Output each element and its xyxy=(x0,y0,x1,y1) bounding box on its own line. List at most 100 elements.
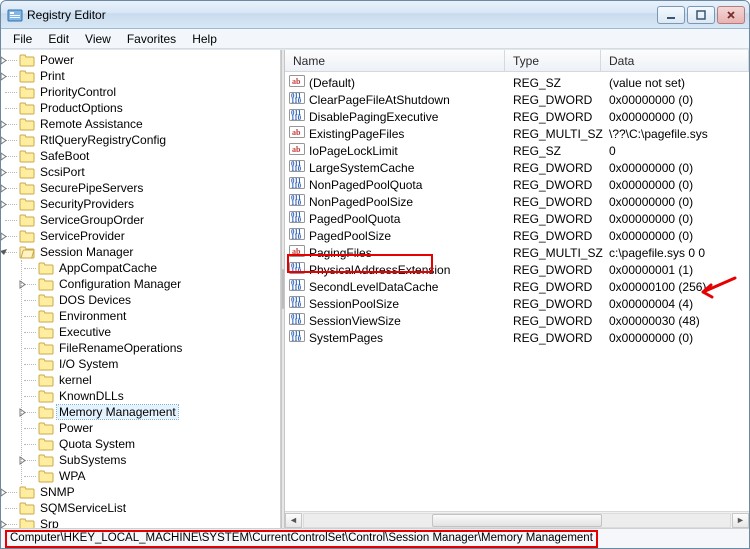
tree-node-knowndlls[interactable]: KnownDLLs xyxy=(24,388,280,404)
menu-favorites[interactable]: Favorites xyxy=(119,30,184,48)
expander-icon[interactable] xyxy=(1,199,8,209)
value-name: ClearPageFileAtShutdown xyxy=(309,93,450,107)
close-button[interactable] xyxy=(717,6,745,24)
value-row[interactable]: 011110 NonPagedPoolSize REG_DWORD 0x0000… xyxy=(285,193,749,210)
value-row[interactable]: 011110 PagedPoolQuota REG_DWORD 0x000000… xyxy=(285,210,749,227)
scroll-right-button[interactable]: ► xyxy=(732,513,749,528)
value-type: REG_SZ xyxy=(505,144,601,158)
tree-node-prioritycontrol[interactable]: PriorityControl xyxy=(5,84,280,100)
tree-node-subsystems[interactable]: SubSystems xyxy=(24,452,280,468)
tree-node-srp[interactable]: Srp xyxy=(5,516,280,528)
expander-icon[interactable] xyxy=(1,71,8,81)
tree-node-environment[interactable]: Environment xyxy=(24,308,280,324)
svg-text:110: 110 xyxy=(291,199,302,207)
menubar: File Edit View Favorites Help xyxy=(1,29,749,49)
tree-node-scsiport[interactable]: ScsiPort xyxy=(5,164,280,180)
registry-editor-window: Registry Editor File Edit View Favorites… xyxy=(0,0,750,549)
menu-view[interactable]: View xyxy=(77,30,119,48)
tree-node-sessionmanager[interactable]: Session Manager xyxy=(5,244,280,260)
column-header-data[interactable]: Data xyxy=(601,50,749,71)
value-data: 0 xyxy=(601,144,749,158)
expander-icon[interactable] xyxy=(17,455,27,465)
tree-node-productoptions[interactable]: ProductOptions xyxy=(5,100,280,116)
value-row[interactable]: 011110 PhysicalAddressExtension REG_DWOR… xyxy=(285,261,749,278)
tree-node-executive[interactable]: Executive xyxy=(24,324,280,340)
tree-label: Memory Management xyxy=(57,405,178,419)
scroll-left-button[interactable]: ◄ xyxy=(285,513,302,528)
value-name: SessionViewSize xyxy=(309,314,401,328)
column-header-name[interactable]: Name xyxy=(285,50,505,71)
svg-text:110: 110 xyxy=(291,318,302,326)
expander-icon[interactable] xyxy=(17,407,27,417)
list-pane: Name Type Data ab (Default) REG_SZ (valu… xyxy=(285,50,749,528)
body: Power Print PriorityControl ProductOptio… xyxy=(1,49,749,528)
tree-node-memorymanagement[interactable]: Memory Management xyxy=(24,404,280,420)
menu-file[interactable]: File xyxy=(5,30,40,48)
scroll-track[interactable] xyxy=(303,513,731,528)
expander-icon[interactable] xyxy=(1,247,8,257)
value-row[interactable]: 011110 SessionPoolSize REG_DWORD 0x00000… xyxy=(285,295,749,312)
tree-node-iosystem[interactable]: I/O System xyxy=(24,356,280,372)
value-row[interactable]: ab IoPageLockLimit REG_SZ 0 xyxy=(285,142,749,159)
tree-node-securepipeservers[interactable]: SecurePipeServers xyxy=(5,180,280,196)
tree-node-remoteassistance[interactable]: Remote Assistance xyxy=(5,116,280,132)
tree-node-configurationmanager[interactable]: Configuration Manager xyxy=(24,276,280,292)
tree-node-sqmservicelist[interactable]: SQMServiceList xyxy=(5,500,280,516)
tree-label: ServiceProvider xyxy=(38,229,127,243)
value-row[interactable]: ab ExistingPageFiles REG_MULTI_SZ \??\C:… xyxy=(285,125,749,142)
string-value-icon: ab xyxy=(289,125,305,142)
value-type: REG_DWORD xyxy=(505,229,601,243)
tree-node-dosdevices[interactable]: DOS Devices xyxy=(24,292,280,308)
scroll-thumb[interactable] xyxy=(432,514,602,527)
menu-edit[interactable]: Edit xyxy=(40,30,77,48)
expander-icon[interactable] xyxy=(1,487,8,497)
tree-node-filerenameoperations[interactable]: FileRenameOperations xyxy=(24,340,280,356)
svg-text:110: 110 xyxy=(291,114,302,122)
tree-node-wpa[interactable]: WPA xyxy=(24,468,280,484)
column-header-type[interactable]: Type xyxy=(505,50,601,71)
menu-help[interactable]: Help xyxy=(184,30,225,48)
expander-icon[interactable] xyxy=(1,135,8,145)
expander-icon[interactable] xyxy=(1,55,8,65)
expander-icon[interactable] xyxy=(1,519,8,528)
value-row[interactable]: 011110 NonPagedPoolQuota REG_DWORD 0x000… xyxy=(285,176,749,193)
value-row[interactable]: ab PagingFiles REG_MULTI_SZ c:\pagefile.… xyxy=(285,244,749,261)
tree-node-power[interactable]: Power xyxy=(5,52,280,68)
value-row[interactable]: 011110 SystemPages REG_DWORD 0x00000000 … xyxy=(285,329,749,346)
value-row[interactable]: 011110 ClearPageFileAtShutdown REG_DWORD… xyxy=(285,91,749,108)
maximize-button[interactable] xyxy=(687,6,715,24)
regedit-icon xyxy=(7,7,23,23)
expander-icon[interactable] xyxy=(1,119,8,129)
tree-node-kernel[interactable]: kernel xyxy=(24,372,280,388)
tree-node-quotasystem[interactable]: Quota System xyxy=(24,436,280,452)
value-row[interactable]: 011110 DisablePagingExecutive REG_DWORD … xyxy=(285,108,749,125)
svg-text:ab: ab xyxy=(292,128,301,137)
tree-node-print[interactable]: Print xyxy=(5,68,280,84)
tree-label: Power xyxy=(38,53,76,67)
value-row[interactable]: 011110 SecondLevelDataCache REG_DWORD 0x… xyxy=(285,278,749,295)
expander-icon[interactable] xyxy=(17,279,27,289)
expander-icon[interactable] xyxy=(1,183,8,193)
tree-node-serviceprovider[interactable]: ServiceProvider xyxy=(5,228,280,244)
value-row[interactable]: 011110 SessionViewSize REG_DWORD 0x00000… xyxy=(285,312,749,329)
horizontal-scrollbar[interactable]: ◄ ► xyxy=(285,511,749,528)
tree-node-appcompatcache[interactable]: AppCompatCache xyxy=(24,260,280,276)
tree-node-securityproviders[interactable]: SecurityProviders xyxy=(5,196,280,212)
expander-icon[interactable] xyxy=(1,231,8,241)
binary-value-icon: 011110 xyxy=(289,91,305,108)
value-row[interactable]: 011110 PagedPoolSize REG_DWORD 0x0000000… xyxy=(285,227,749,244)
tree-node-rtlqueryregistryconfig[interactable]: RtlQueryRegistryConfig xyxy=(5,132,280,148)
tree-node-safeboot[interactable]: SafeBoot xyxy=(5,148,280,164)
value-type: REG_DWORD xyxy=(505,263,601,277)
expander-icon[interactable] xyxy=(1,167,8,177)
tree-label: SecurityProviders xyxy=(38,197,136,211)
expander-icon[interactable] xyxy=(1,151,8,161)
tree-node-power2[interactable]: Power xyxy=(24,420,280,436)
tree-pane[interactable]: Power Print PriorityControl ProductOptio… xyxy=(1,50,281,528)
tree-node-servicegrouporder[interactable]: ServiceGroupOrder xyxy=(5,212,280,228)
minimize-button[interactable] xyxy=(657,6,685,24)
list-body[interactable]: ab (Default) REG_SZ (value not set) 0111… xyxy=(285,72,749,511)
value-row[interactable]: 011110 LargeSystemCache REG_DWORD 0x0000… xyxy=(285,159,749,176)
value-row[interactable]: ab (Default) REG_SZ (value not set) xyxy=(285,74,749,91)
tree-node-snmp[interactable]: SNMP xyxy=(5,484,280,500)
